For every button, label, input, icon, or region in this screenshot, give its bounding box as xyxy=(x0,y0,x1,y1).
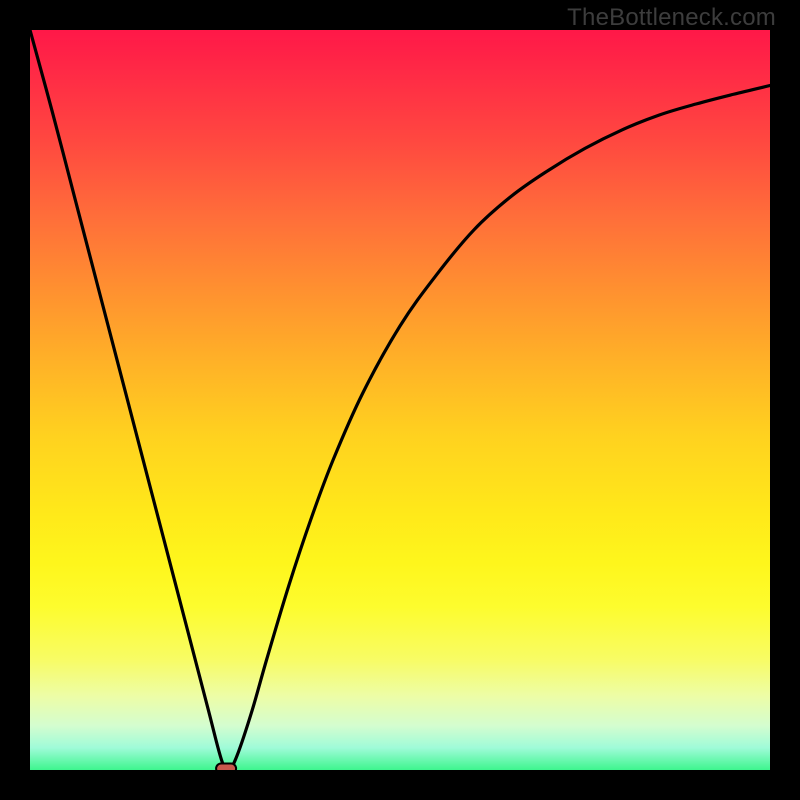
watermark-text: TheBottleneck.com xyxy=(567,4,776,32)
curve-svg xyxy=(30,30,770,770)
plot-area xyxy=(30,30,770,770)
minimum-marker xyxy=(216,764,236,770)
chart-frame: TheBottleneck.com xyxy=(0,0,800,800)
bottleneck-curve xyxy=(30,30,770,770)
